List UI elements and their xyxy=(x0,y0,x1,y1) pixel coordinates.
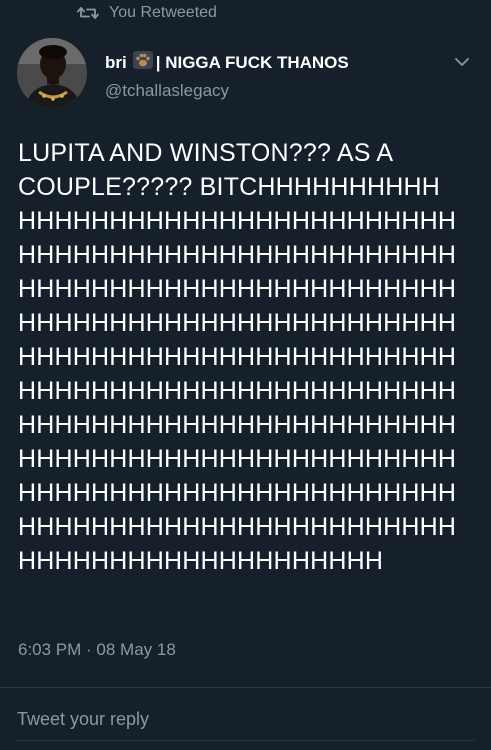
tweet-text-line: HHHHHHHHHHHHHHHHHHHHHHHH xyxy=(18,343,457,371)
tweet-text-line: HHHHHHHHHHHHHHHHHHHHHHHH xyxy=(18,411,457,439)
author-name[interactable]: bri | NIGGA FUCK THANOS xyxy=(105,51,349,74)
tweet-text-line: HHHHHHHHHHHHHHHHHHHHHHHH xyxy=(18,445,457,473)
paw-print-icon xyxy=(132,51,153,74)
tweet-text-line: COUPLE????? BITCHHHHHHHHHH xyxy=(18,173,440,201)
reply-composer[interactable]: Tweet your reply xyxy=(0,688,491,750)
retweet-label: You Retweeted xyxy=(109,4,217,21)
tweet-text-line: HHHHHHHHHHHHHHHHHHHHHHHH xyxy=(18,309,457,337)
chevron-down-icon[interactable] xyxy=(452,55,472,74)
avatar-image xyxy=(17,38,87,108)
display-name: bri xyxy=(105,52,127,72)
tweet-text-line: HHHHHHHHHHHHHHHHHHHH xyxy=(18,547,384,575)
retweet-context: You Retweeted xyxy=(77,3,217,23)
tweet-text-line: HHHHHHHHHHHHHHHHHHHHHHHH xyxy=(18,513,457,541)
tweet-text-line: LUPITA AND WINSTON??? AS A xyxy=(18,139,394,167)
tweet-text-line: HHHHHHHHHHHHHHHHHHHHHHHH xyxy=(18,207,457,235)
author-handle[interactable]: @tchallaslegacy xyxy=(105,81,229,101)
tweet-text-line: HHHHHHHHHHHHHHHHHHHHHHHH xyxy=(18,377,457,405)
tweet-timestamp[interactable]: 6:03 PM · 08 May 18 xyxy=(18,640,176,660)
reply-input-underline xyxy=(17,740,475,741)
retweet-icon xyxy=(77,7,99,19)
tweet-text-line: HHHHHHHHHHHHHHHHHHHHHHHH xyxy=(18,275,457,303)
tweet-text-line: HHHHHHHHHHHHHHHHHHHHHHHH xyxy=(18,479,457,507)
tweet-text-line: HHHHHHHHHHHHHHHHHHHHHHHH xyxy=(18,241,457,269)
avatar[interactable] xyxy=(17,38,87,108)
display-name-suffix: | NIGGA FUCK THANOS xyxy=(155,52,349,72)
reply-input[interactable]: Tweet your reply xyxy=(17,709,149,730)
tweet-detail-screen: You Retweeted bri | NIGGA FUCK THANOS @t… xyxy=(0,0,491,750)
tweet-text: LUPITA AND WINSTON??? AS A COUPLE????? B… xyxy=(18,136,478,578)
